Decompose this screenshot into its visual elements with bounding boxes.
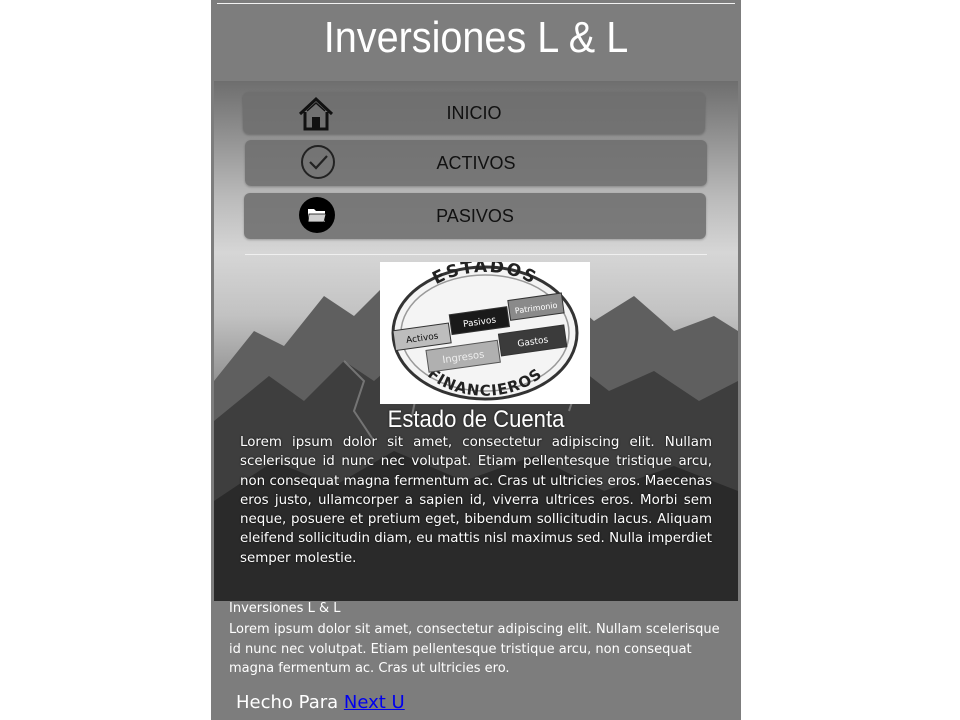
- footer-company-name: Inversiones L & L: [229, 601, 341, 616]
- nav-item-activos[interactable]: ACTIVOS: [245, 140, 707, 186]
- next-u-link[interactable]: Next U: [344, 692, 405, 713]
- footer-description: Lorem ipsum dolor sit amet, consectetur …: [229, 622, 720, 676]
- nav-item-pasivos[interactable]: PASIVOS: [244, 193, 706, 239]
- made-for-line: Hecho Para Next U: [236, 692, 405, 713]
- estados-financieros-logo: ESTADOS FINANCIEROS Activos Pasivos Patr…: [380, 257, 590, 404]
- section-body-text: Lorem ipsum dolor sit amet, consectetur …: [240, 435, 712, 566]
- nav-item-inicio[interactable]: INICIO: [243, 92, 705, 134]
- nav-item-label: ACTIVOS: [436, 153, 516, 173]
- page-container: Inversiones L & L INICIO ACTIVOS PASIVOS…: [211, 0, 741, 720]
- site-title: Inversiones L & L: [323, 13, 629, 62]
- section-title: Estado de Cuenta: [387, 406, 565, 433]
- nav-item-label: INICIO: [446, 103, 502, 123]
- financial-statements-logo-graphic: ESTADOS FINANCIEROS Activos Pasivos Patr…: [391, 257, 579, 401]
- hero-section: INICIO ACTIVOS PASIVOS ESTADOS FINANCIER…: [214, 81, 738, 601]
- nav-divider: [245, 254, 707, 255]
- top-divider: [217, 3, 735, 4]
- nav-item-label: PASIVOS: [436, 206, 514, 226]
- made-for-prefix: Hecho Para: [236, 692, 339, 713]
